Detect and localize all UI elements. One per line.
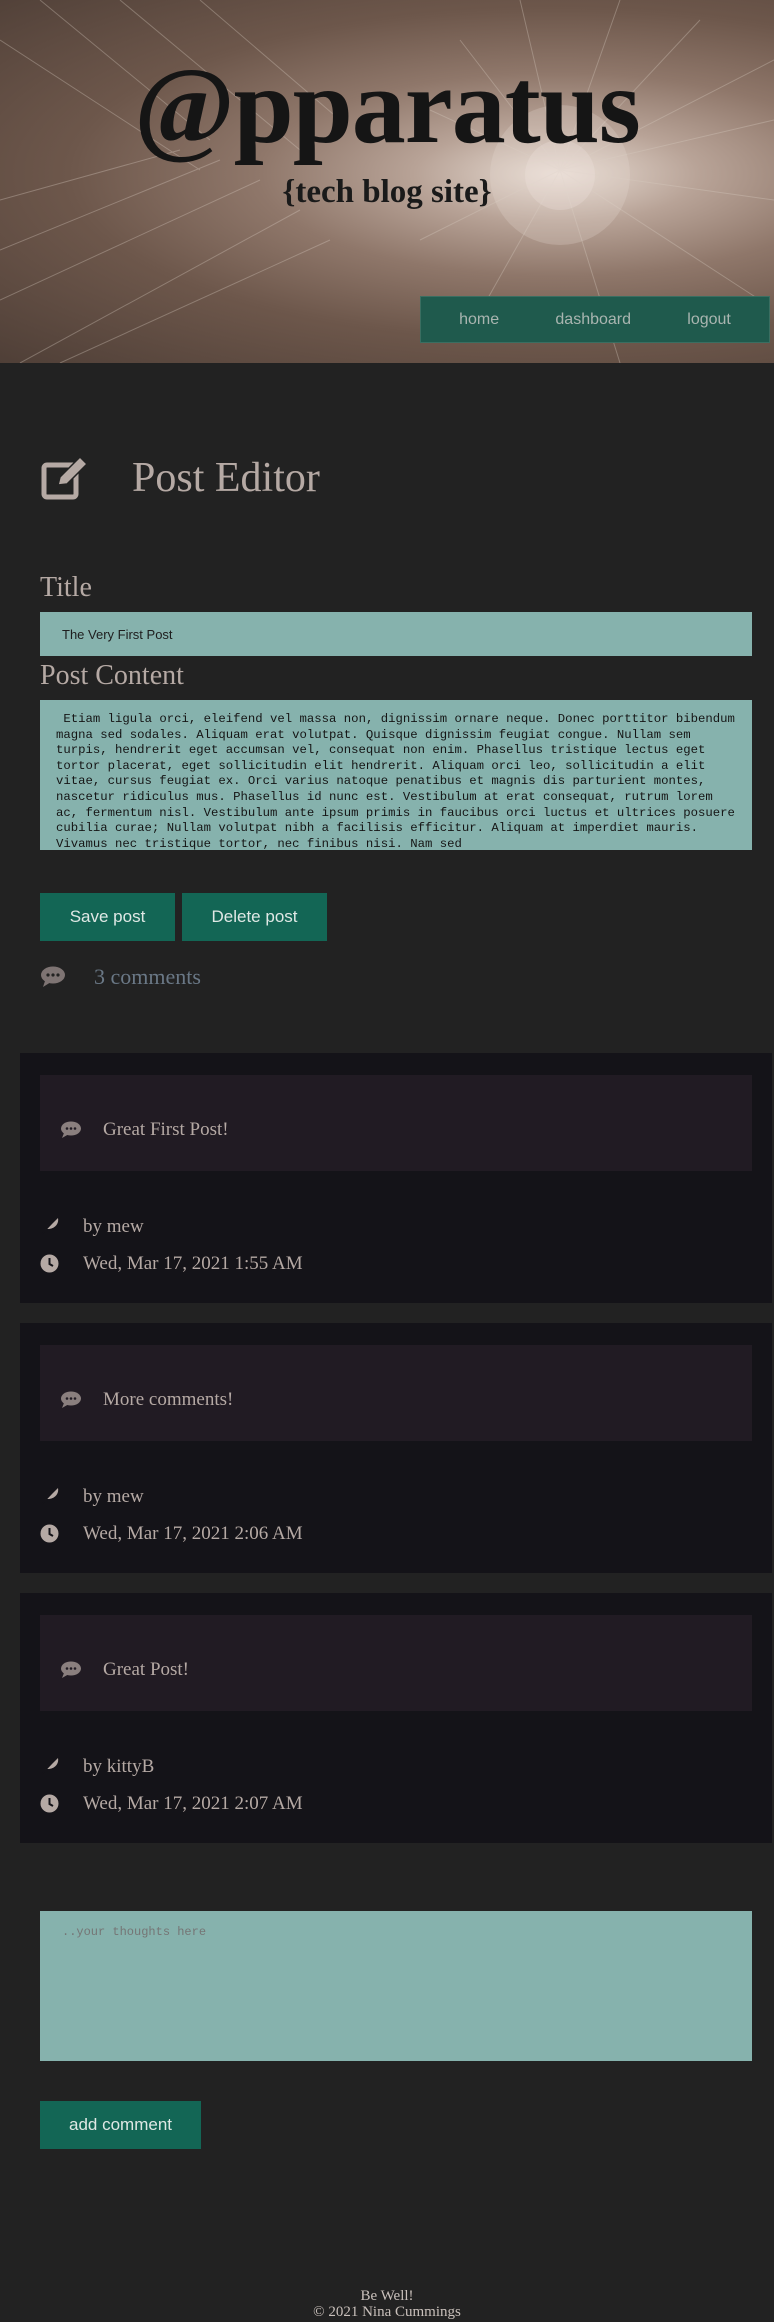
site-brand: @pparatus xyxy=(134,47,641,166)
comment-text: Great Post! xyxy=(103,1659,190,1680)
title-label: Title xyxy=(40,572,92,603)
comment-text: More comments! xyxy=(103,1389,234,1410)
comments-icon xyxy=(41,966,65,987)
feather-icon xyxy=(41,1488,59,1505)
feather-icon xyxy=(41,1218,59,1235)
save-post-button[interactable]: Save post xyxy=(40,893,175,941)
comment-card: Great First Post! by mew Wed, Mar 17, 20… xyxy=(20,1053,772,1303)
clock-icon xyxy=(40,1794,59,1813)
comment-timestamp: Wed, Mar 17, 2021 1:55 AM xyxy=(83,1253,303,1274)
delete-post-button[interactable]: Delete post xyxy=(182,893,327,941)
content-textarea[interactable]: Etiam ligula orci, eleifend vel massa no… xyxy=(40,700,752,850)
comment-count-text: 3 comments xyxy=(94,964,201,989)
add-comment-button[interactable]: add comment xyxy=(40,2101,201,2149)
page-title: Post Editor xyxy=(132,455,320,501)
comment-icon xyxy=(61,1661,81,1678)
comment-author: by mew xyxy=(83,1486,144,1507)
nav-dashboard-link[interactable]: dashboard xyxy=(555,311,631,329)
comment-count: 3 comments xyxy=(40,964,201,990)
site-footer: Be Well! © 2021 Nina Cummings xyxy=(0,2288,774,2320)
new-comment-textarea[interactable] xyxy=(40,1911,752,2061)
nav-home-link[interactable]: home xyxy=(459,311,499,329)
comment-card: Great Post! by kittyB Wed, Mar 17, 2021 … xyxy=(20,1593,772,1843)
comment-author: by kittyB xyxy=(83,1756,155,1777)
site-header: @pparatus {tech blog site} home dashboar… xyxy=(0,0,774,363)
site-tagline: {tech blog site} xyxy=(282,174,492,210)
editor-heading: Post Editor xyxy=(40,448,320,508)
comment-text: Great First Post! xyxy=(103,1119,229,1140)
nav-logout-link[interactable]: logout xyxy=(687,311,731,329)
feather-icon xyxy=(41,1758,59,1775)
main-nav: home dashboard logout xyxy=(420,296,770,343)
title-input[interactable] xyxy=(40,612,752,656)
clock-icon xyxy=(40,1524,59,1543)
comment-card: More comments! by mew Wed, Mar 17, 2021 … xyxy=(20,1323,772,1573)
comment-icon xyxy=(61,1391,81,1408)
footer-copyright: © 2021 Nina Cummings xyxy=(313,2304,461,2320)
comment-timestamp: Wed, Mar 17, 2021 2:07 AM xyxy=(83,1793,303,1814)
comment-author: by mew xyxy=(83,1216,144,1237)
edit-icon xyxy=(41,455,89,500)
clock-icon xyxy=(40,1254,59,1273)
content-label: Post Content xyxy=(40,660,184,691)
comment-icon xyxy=(61,1121,81,1138)
comment-timestamp: Wed, Mar 17, 2021 2:06 AM xyxy=(83,1523,303,1544)
footer-message: Be Well! xyxy=(360,2288,414,2304)
